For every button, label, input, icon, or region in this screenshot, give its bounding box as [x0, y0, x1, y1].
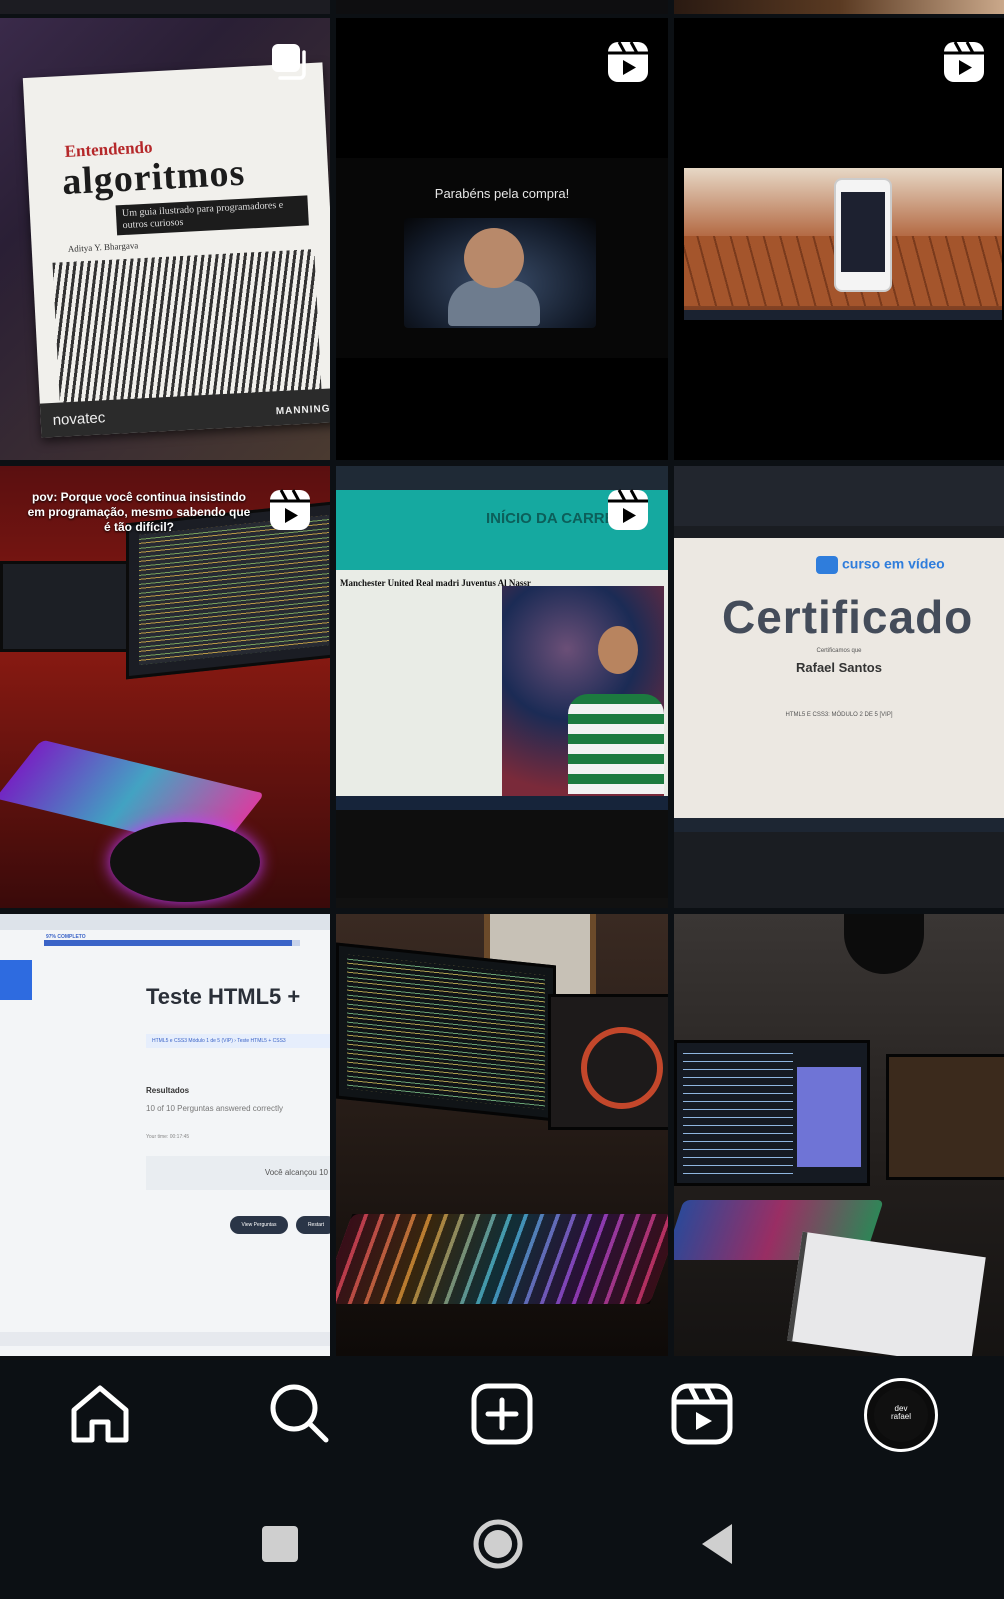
sidebar-toggle: [0, 960, 32, 1000]
recents-button[interactable]: [252, 1516, 308, 1572]
monitor-right: [548, 994, 668, 1130]
book-publisher: novatec: [52, 409, 106, 429]
previous-post-strip[interactable]: [674, 0, 1004, 14]
reels-icon: [608, 489, 648, 530]
post-tile[interactable]: INÍCIO DA CARRE Manchester United Real m…: [336, 466, 668, 908]
avatar-label: dev rafael: [890, 1404, 911, 1421]
previous-post-strip[interactable]: [0, 0, 330, 14]
certificate-title: Certificado: [722, 591, 974, 643]
presenter-head: [464, 228, 524, 288]
windows-taskbar: [336, 796, 668, 810]
monitor-left: [336, 942, 556, 1122]
post-tile[interactable]: [674, 18, 1004, 460]
certificate-paper: [674, 538, 1004, 818]
book-illustration: [52, 249, 322, 413]
player-face: [598, 626, 638, 674]
nav-profile-avatar[interactable]: dev rafael: [864, 1378, 938, 1452]
recents-icon: [262, 1526, 298, 1562]
system-home-button[interactable]: [470, 1516, 526, 1572]
browser-tabs: [336, 466, 668, 490]
post-tile[interactable]: [336, 914, 668, 1356]
quiz-answered: 10 of 10 Perguntas answered correctly: [146, 1104, 283, 1113]
book-author: Aditya Y. Bhargava: [67, 240, 139, 254]
gaming-mouse: [110, 822, 260, 902]
view-questions-button: View Perguntas: [230, 1216, 288, 1234]
quiz-results-heading: Resultados: [146, 1086, 190, 1095]
reels-icon: [270, 489, 310, 530]
post-tile[interactable]: [674, 914, 1004, 1356]
monitor-right: [886, 1054, 1004, 1180]
back-icon: [702, 1524, 732, 1564]
quiz-time: Your time: 00:17:45: [146, 1134, 190, 1140]
certificate-certifies: Certificamos que: [816, 648, 862, 654]
page-hero-text: INÍCIO DA CARRE: [486, 510, 615, 527]
nav-home[interactable]: [64, 1378, 136, 1450]
monitor-left: [674, 1040, 870, 1186]
reel-caption: pov: Porque você continua insistindo em …: [27, 490, 251, 534]
book-cover-image: Entendendo algoritmos Um guia ilustrado …: [22, 62, 330, 438]
certificate-name: Rafael Santos: [796, 660, 882, 675]
keyboard-keys: [336, 1214, 668, 1304]
quiz-title: Teste HTML5 +: [146, 984, 301, 1009]
previous-post-strip[interactable]: [336, 0, 668, 14]
reels-icon: [608, 41, 648, 82]
post-tile[interactable]: 97% COMPLETO Teste HTML5 + HTML5 e CSS3 …: [0, 914, 330, 1356]
monitor-taskbar: [684, 310, 1002, 320]
player-shirt: [568, 694, 664, 794]
book-title: algoritmos: [61, 151, 247, 204]
search-icon: [270, 1384, 329, 1443]
nav-search[interactable]: [264, 1378, 336, 1450]
plus-square-icon: [471, 1383, 533, 1445]
phone-mockup: [834, 178, 892, 292]
restart-button: Restart: [296, 1216, 330, 1234]
back-button[interactable]: [692, 1516, 748, 1572]
notebook: [787, 1231, 986, 1356]
post-tile[interactable]: pov: Porque você continua insistindo em …: [0, 466, 330, 908]
browser-tabs: [0, 914, 330, 930]
profile-posts-grid: Entendendo algoritmos Um guia ilustrado …: [0, 0, 1004, 1356]
quiz-score-box: Você alcançou 10: [146, 1156, 330, 1190]
windows-taskbar: [0, 1332, 330, 1346]
carousel-icon: [272, 44, 306, 80]
certificate-course: HTML5 E CSS3: MÓDULO 2 DE 5 [VIP]: [785, 712, 893, 718]
nav-create[interactable]: [466, 1378, 538, 1450]
bottom-navigation: dev rafael: [0, 1356, 1004, 1478]
desk-area: [336, 810, 668, 898]
browser-toolbar: [674, 466, 1004, 526]
post-tile[interactable]: curso em vídeo Certificado Certificamos …: [674, 466, 1004, 908]
certificate-logo: curso em vídeo: [816, 556, 945, 574]
monitor-left: [0, 561, 136, 652]
system-navigation-bar: [0, 1478, 1004, 1599]
progress-bar: [44, 940, 300, 946]
quiz-breadcrumb: HTML5 e CSS3 Módulo 1 de 5 (VIP) › Teste…: [146, 1034, 330, 1048]
home-circle-icon: [473, 1519, 523, 1569]
post-tile[interactable]: Entendendo algoritmos Um guia ilustrado …: [0, 18, 330, 460]
nav-reels[interactable]: [666, 1378, 738, 1450]
windows-taskbar: [674, 818, 1004, 832]
post-tile[interactable]: Parabéns pela compra!: [336, 18, 668, 460]
reels-icon: [944, 41, 984, 82]
video-headline: Parabéns pela compra!: [434, 186, 570, 201]
book-subtitle: Um guia ilustrado para programadores e o…: [115, 195, 309, 236]
microphone: [844, 914, 924, 974]
reels-icon: [671, 1383, 733, 1445]
home-icon: [71, 1385, 129, 1443]
